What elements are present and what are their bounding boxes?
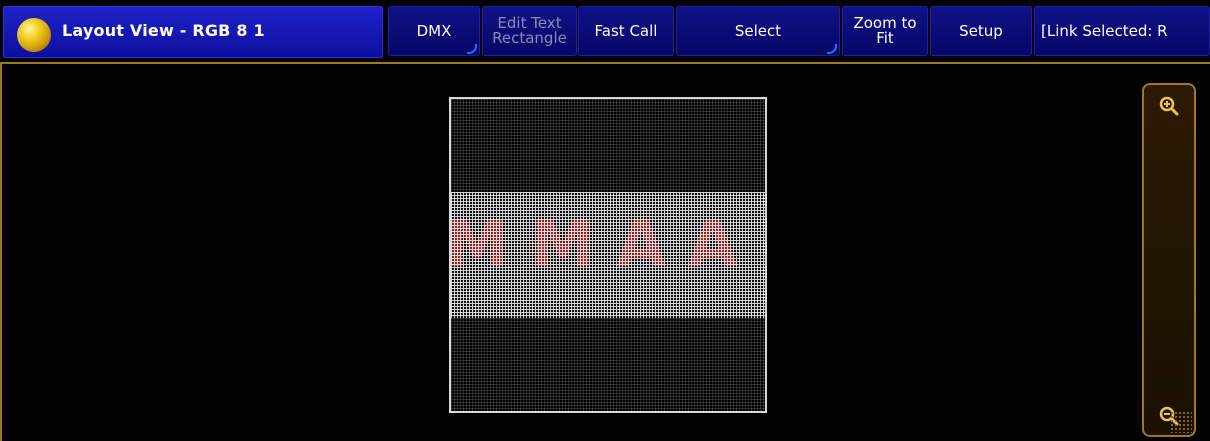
fast-call-label: Fast Call <box>594 21 658 40</box>
encoder-corner-icon <box>467 44 477 54</box>
layout-canvas[interactable]: MMAA <box>0 62 1210 441</box>
dmx-button-label: DMX <box>416 21 452 40</box>
zoom-in-icon[interactable] <box>1158 95 1180 117</box>
setup-button[interactable]: Setup <box>930 6 1032 56</box>
zoom-scrollbar[interactable] <box>1142 83 1196 437</box>
resize-grip[interactable] <box>1170 411 1192 433</box>
pixel-map-text: MMAA <box>449 208 760 282</box>
layout-view-window: Layout View - RGB 8 1 DMX Edit Text Rect… <box>0 0 1210 441</box>
link-selected-label: [Link Selected: R <box>1041 21 1168 40</box>
select-button[interactable]: Select <box>676 6 840 56</box>
setup-label: Setup <box>959 21 1003 40</box>
window-title-panel[interactable]: Layout View - RGB 8 1 <box>3 6 383 58</box>
layout-stage[interactable]: MMAA <box>449 97 767 413</box>
select-label: Select <box>734 21 782 40</box>
ball-icon <box>17 18 51 52</box>
dmx-button[interactable]: DMX <box>388 6 480 56</box>
fast-call-button[interactable]: Fast Call <box>578 6 674 56</box>
pixel-fixture-band[interactable]: MMAA <box>451 192 765 318</box>
fit-label: Fit <box>876 29 894 47</box>
edit-text-rectangle-button[interactable]: Edit Text Rectangle <box>482 6 577 56</box>
rectangle-label: Rectangle <box>492 29 567 47</box>
zoom-to-fit-button[interactable]: Zoom to Fit <box>842 6 928 56</box>
window-title: Layout View - RGB 8 1 <box>62 21 265 40</box>
encoder-corner-icon <box>827 44 837 54</box>
title-bar: Layout View - RGB 8 1 DMX Edit Text Rect… <box>0 0 1210 62</box>
link-selected-button[interactable]: [Link Selected: R <box>1034 6 1210 56</box>
